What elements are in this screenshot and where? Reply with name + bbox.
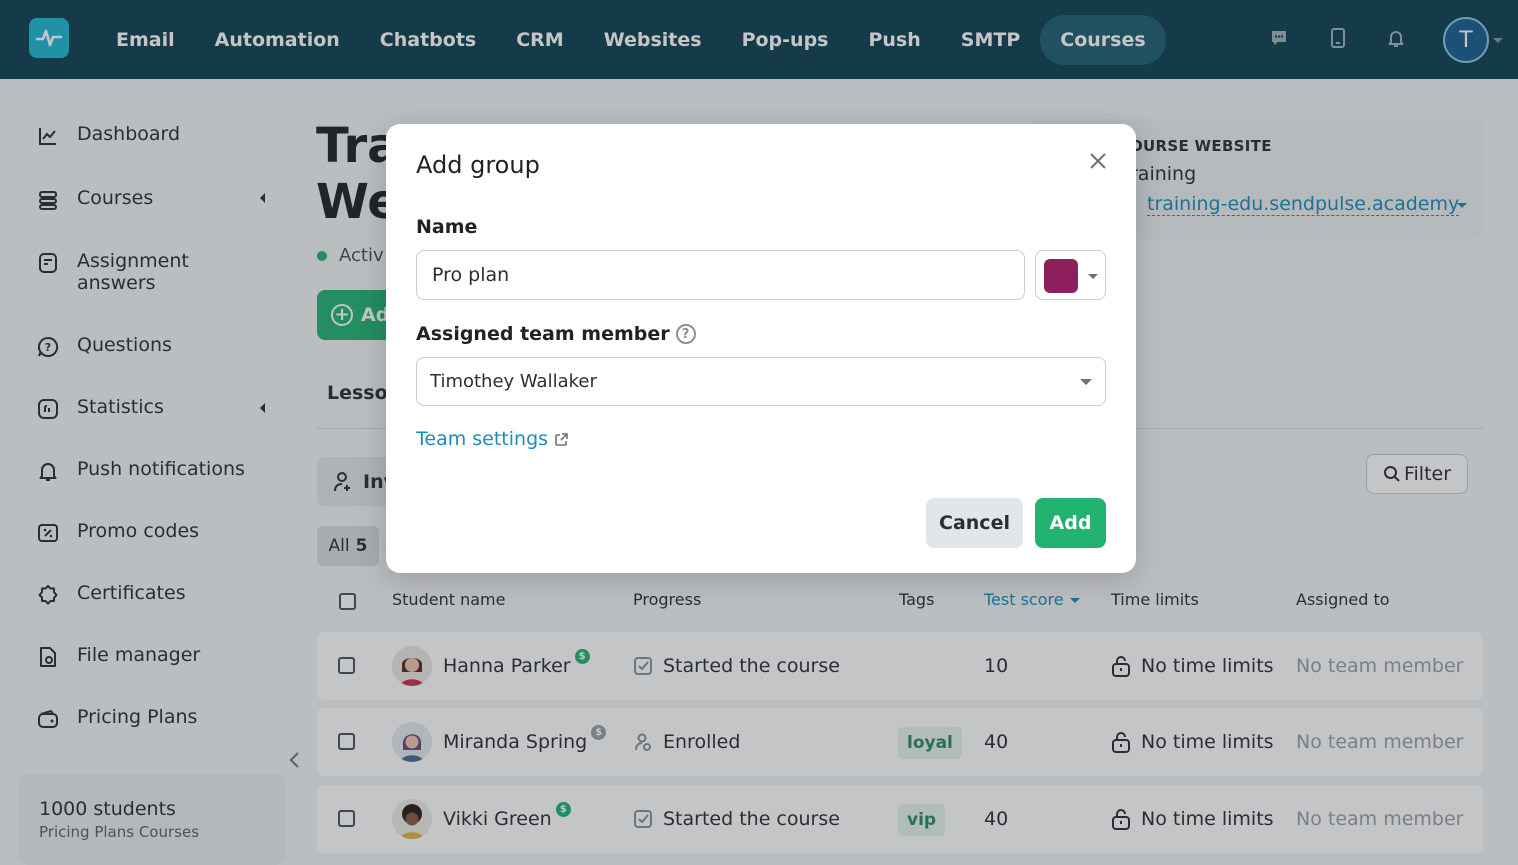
chevron-down-icon [1088, 274, 1098, 279]
team-settings-link[interactable]: Team settings [416, 428, 569, 450]
dialog-title: Add group [416, 151, 540, 179]
group-name-input[interactable] [416, 250, 1025, 300]
team-member-select[interactable]: Timothey Wallaker [416, 357, 1106, 406]
assigned-member-label-text: Assigned team member [416, 323, 670, 345]
assigned-member-label: Assigned team member ? [416, 323, 696, 345]
color-swatch [1044, 259, 1078, 293]
add-button[interactable]: Add [1035, 498, 1106, 548]
external-link-icon [555, 432, 568, 446]
help-icon[interactable]: ? [675, 324, 696, 344]
cancel-button[interactable]: Cancel [926, 498, 1023, 548]
close-icon[interactable] [1089, 152, 1107, 170]
name-label: Name [416, 216, 478, 238]
team-member-value: Timothey Wallaker [430, 371, 597, 392]
team-settings-label: Team settings [416, 428, 549, 450]
add-group-dialog: Add group Name Assigned team member ? Ti… [386, 124, 1136, 573]
chevron-down-icon [1080, 379, 1092, 385]
color-picker[interactable] [1035, 250, 1106, 300]
